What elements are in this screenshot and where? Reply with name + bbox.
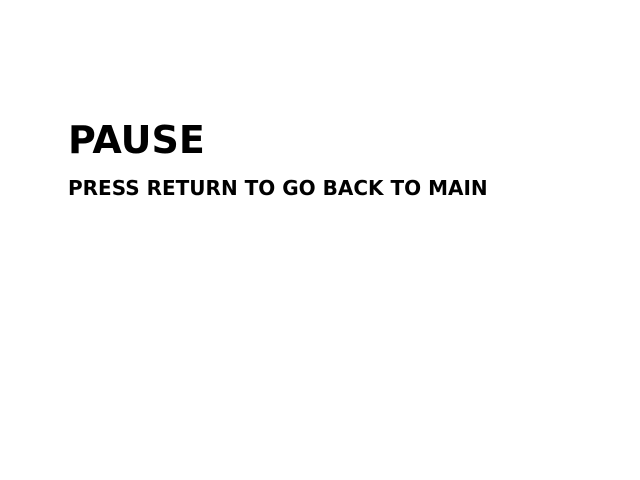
return-to-main-hint: PRESS RETURN TO GO BACK TO MAIN — [68, 176, 488, 200]
pause-title: PAUSE — [68, 118, 205, 162]
pause-screen: PAUSE PRESS RETURN TO GO BACK TO MAIN — [0, 0, 640, 480]
